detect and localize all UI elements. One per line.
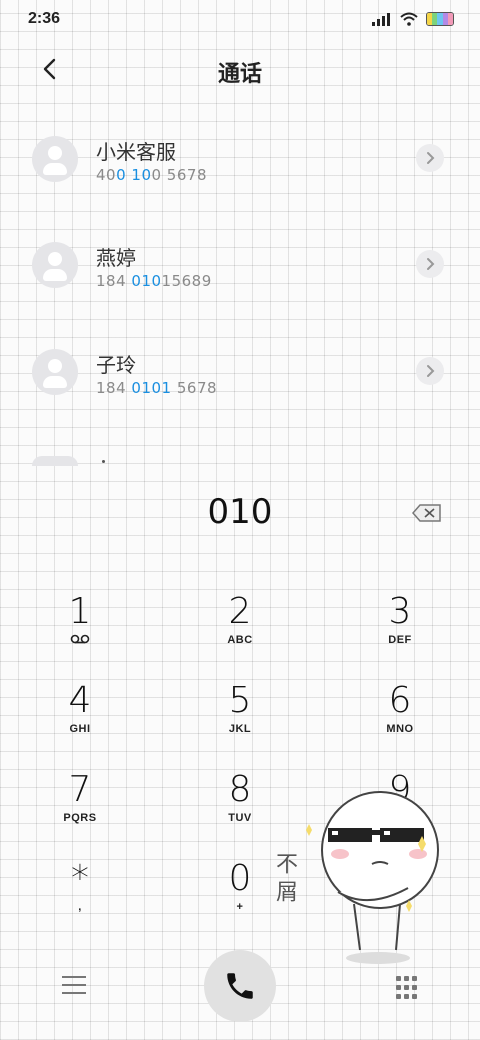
contact-item[interactable]: 燕婷 184 01015689 bbox=[0, 228, 480, 318]
contact-item[interactable]: 小米客服 400 100 5678 bbox=[0, 122, 480, 212]
header: 通话 bbox=[0, 46, 480, 96]
key-1[interactable]: 1 bbox=[20, 592, 140, 672]
key-7[interactable]: 7 PQRS bbox=[20, 770, 140, 850]
wifi-icon bbox=[400, 12, 418, 26]
status-time: 2:36 bbox=[28, 10, 61, 27]
status-bar: 2:36 bbox=[0, 0, 480, 40]
key-5[interactable]: 5 JKL bbox=[180, 681, 300, 761]
contact-name: 子玲 bbox=[96, 353, 136, 377]
contact-number: 184 01015689 bbox=[96, 272, 212, 290]
backspace-icon[interactable] bbox=[412, 504, 442, 522]
key-4[interactable]: 4 GHI bbox=[20, 681, 140, 761]
dialed-number[interactable]: 010 bbox=[0, 492, 480, 532]
avatar bbox=[32, 456, 78, 466]
contact-item[interactable]: 子玲 184 0101 5678 bbox=[0, 335, 480, 425]
contact-detail-button[interactable] bbox=[416, 144, 444, 172]
contact-detail-button[interactable] bbox=[416, 250, 444, 278]
list-item-fragment bbox=[102, 460, 105, 463]
key-2[interactable]: 2 ABC bbox=[180, 592, 300, 672]
page-title: 通话 bbox=[217, 61, 262, 86]
contact-number: 184 0101 5678 bbox=[96, 379, 218, 397]
contact-detail-button[interactable] bbox=[416, 357, 444, 385]
signal-icon bbox=[372, 12, 392, 26]
dial-input-row: 010 bbox=[0, 488, 480, 538]
chevron-right-icon bbox=[427, 152, 435, 164]
avatar bbox=[32, 242, 78, 288]
bottom-action-bar bbox=[0, 948, 480, 1028]
call-button[interactable] bbox=[204, 950, 276, 1022]
chevron-right-icon bbox=[427, 365, 435, 377]
menu-icon[interactable] bbox=[62, 976, 86, 996]
voicemail-icon bbox=[20, 634, 140, 647]
key-3[interactable]: 3 DEF bbox=[340, 592, 460, 672]
contact-number: 400 100 5678 bbox=[96, 166, 207, 184]
sticker-character-icon bbox=[306, 791, 439, 964]
contact-name: 燕婷 bbox=[96, 246, 136, 270]
avatar bbox=[32, 349, 78, 395]
battery-icon bbox=[426, 12, 454, 26]
key-6[interactable]: 6 MNO bbox=[340, 681, 460, 761]
key-star[interactable]: * , bbox=[20, 859, 140, 939]
status-icons bbox=[372, 12, 454, 26]
dialpad-icon[interactable] bbox=[396, 976, 420, 1000]
chevron-right-icon bbox=[427, 258, 435, 270]
phone-icon bbox=[227, 973, 253, 999]
avatar bbox=[32, 136, 78, 182]
contact-name: 小米客服 bbox=[96, 140, 176, 164]
